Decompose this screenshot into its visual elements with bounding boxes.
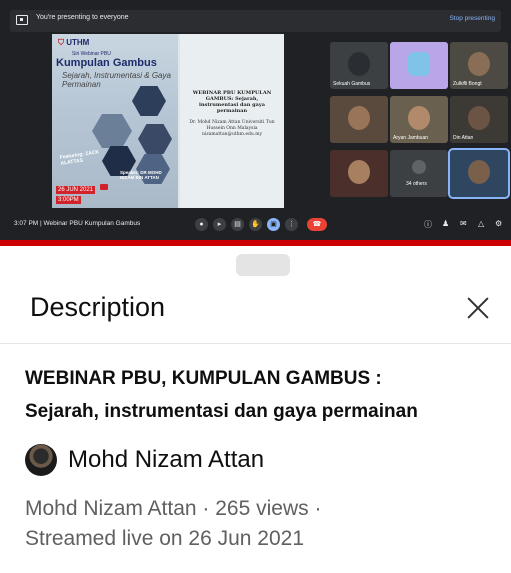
participant-tile[interactable]: Din Attan	[450, 96, 508, 143]
meeting-clock-title: 3:07 PM | Webinar PBU Kumpulan Gambus	[14, 220, 141, 227]
sheet-title: Description	[30, 292, 166, 322]
channel-avatar[interactable]	[25, 444, 57, 476]
activities-icon[interactable]: △	[478, 219, 484, 228]
video-meta-line2: Streamed live on 26 Jun 2021	[25, 527, 305, 550]
webinar-poster: UTHM Siri Webinar PBU Kumpulan Gambus Se…	[52, 34, 178, 208]
participant-tile[interactable]: Zulkifli Bongt	[450, 42, 508, 89]
participant-name: Aryan Jambuan	[393, 135, 429, 141]
mic-icon[interactable]: ●	[195, 218, 208, 231]
present-icon	[16, 15, 28, 25]
participant-tile[interactable]	[448, 148, 510, 199]
speaker-photo-hex	[132, 86, 166, 116]
video-title-line2: Sejarah, instrumentasi dan gaya permaina…	[25, 401, 418, 422]
uthm-logo: UTHM	[58, 38, 89, 48]
poster-date: 26 JUN 2021	[56, 186, 96, 194]
decor-hex	[138, 124, 172, 154]
youtube-icon	[100, 184, 108, 190]
people-icon	[412, 160, 426, 174]
document-author: Dr. Mohd Nizam Attan Universiti Tun Huss…	[189, 120, 275, 137]
description-sheet: Description WEBINAR PBU, KUMPULAN GAMBUS…	[0, 246, 511, 573]
camera-icon[interactable]: ▸	[213, 218, 226, 231]
participant-name: Sekuah Gambus	[333, 81, 371, 87]
participant-tile[interactable]: Aryan Jambuan	[390, 96, 448, 143]
channel-name[interactable]: Mohd Nizam Attan	[68, 446, 264, 474]
shared-slide: UTHM Siri Webinar PBU Kumpulan Gambus Se…	[52, 34, 284, 208]
avatar	[348, 106, 370, 130]
avatar	[408, 52, 430, 76]
captions-icon[interactable]: ▤	[231, 218, 244, 231]
end-call-icon[interactable]: ☎	[307, 218, 327, 231]
avatar	[468, 52, 490, 76]
close-icon[interactable]	[460, 292, 496, 326]
others-tile[interactable]: 34 others	[390, 150, 448, 197]
decor-hex	[92, 114, 132, 148]
drag-handle[interactable]	[236, 254, 290, 276]
avatar	[348, 160, 370, 184]
chat-icon[interactable]: ✉	[460, 219, 467, 228]
video-title-line1: WEBINAR PBU, KUMPULAN GAMBUS :	[25, 368, 382, 389]
poster-title: Kumpulan Gambus	[56, 57, 157, 69]
speaker-label: Speaker: DR MOHD NIZAM BIN ATTAN	[120, 170, 162, 180]
presenting-bar: You're presenting to everyone Stop prese…	[10, 10, 501, 32]
participant-tile[interactable]	[330, 96, 388, 143]
avatar	[408, 106, 430, 130]
participant-tile[interactable]	[390, 42, 448, 89]
stop-presenting-button[interactable]: Stop presenting	[449, 15, 495, 22]
featuring-label: Featuring: ZACK ALATTAS	[59, 149, 100, 167]
avatar	[468, 106, 490, 130]
divider	[0, 343, 511, 344]
participant-name: Zulkifli Bongt	[453, 81, 482, 87]
info-icon[interactable]: ⓘ	[424, 219, 432, 230]
people-icon[interactable]: ♟	[442, 219, 449, 228]
document-title: WEBINAR PBU KUMPULAN GAMBUS: Sejarah, in…	[192, 90, 272, 114]
present-screen-icon[interactable]: ▣	[267, 218, 280, 231]
video-meta-line1: Mohd Nizam Attan · 265 views ·	[25, 497, 322, 520]
avatar	[348, 52, 370, 76]
meet-video-frame: You're presenting to everyone Stop prese…	[0, 0, 511, 246]
avatar	[468, 160, 490, 184]
raise-hand-icon[interactable]: ✋	[249, 218, 262, 231]
meet-controls-bar: 3:07 PM | Webinar PBU Kumpulan Gambus ● …	[0, 214, 511, 236]
presenting-text: You're presenting to everyone	[36, 14, 129, 21]
participant-name: Din Attan	[453, 135, 474, 141]
participant-tile[interactable]	[330, 150, 388, 197]
slide-document: WEBINAR PBU KUMPULAN GAMBUS: Sejarah, in…	[180, 34, 284, 208]
participant-tile[interactable]: Sekuah Gambus	[330, 42, 388, 89]
more-icon[interactable]: ⋮	[285, 218, 298, 231]
participant-name: 34 others	[406, 181, 427, 187]
poster-time: 3:00PM	[56, 196, 81, 204]
lock-icon[interactable]: ⚙	[495, 219, 502, 228]
